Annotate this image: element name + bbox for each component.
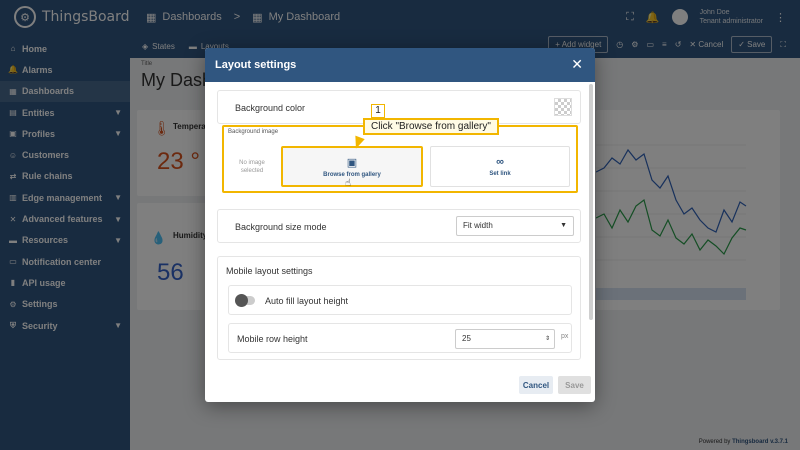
mobile-row-height-input[interactable]: 25 ⇕ <box>455 329 555 349</box>
select-value: Fit width <box>463 221 493 230</box>
input-value: 25 <box>462 334 471 343</box>
background-size-mode-row: Background size mode Fit width ▼ <box>217 209 581 243</box>
link-icon: ∞ <box>496 156 504 168</box>
mobile-layout-section: Mobile layout settings Auto fill layout … <box>217 256 581 360</box>
cancel-button[interactable]: Cancel <box>519 376 553 394</box>
background-size-mode-select[interactable]: Fit width ▼ <box>456 216 574 236</box>
dialog-header: Layout settings ✕ <box>205 48 595 82</box>
background-image-field: Background image No image selected ▣ Bro… <box>222 125 578 193</box>
close-icon[interactable]: ✕ <box>571 56 583 73</box>
background-size-mode-label: Background size mode <box>235 222 327 232</box>
set-link-label: Set link <box>489 171 511 177</box>
layout-settings-dialog: Layout settings ✕ Background color Backg… <box>205 48 595 402</box>
step-number-badge: 1 <box>371 104 385 118</box>
dialog-title: Layout settings <box>215 59 297 71</box>
save-button[interactable]: Save <box>558 376 591 394</box>
auto-fill-toggle[interactable] <box>235 294 255 307</box>
auto-fill-row: Auto fill layout height <box>228 285 572 315</box>
dropdown-arrow-icon: ▼ <box>560 222 567 229</box>
stepper-icon[interactable]: ⇕ <box>545 330 550 348</box>
no-image-placeholder: No image selected <box>239 160 265 174</box>
background-color-label: Background color <box>235 103 306 113</box>
dialog-footer: Cancel Save <box>205 372 595 402</box>
set-link-button[interactable]: ∞ Set link <box>430 146 570 187</box>
hand-cursor-icon: ☝ <box>345 178 352 189</box>
unit-label: px <box>561 333 569 340</box>
dialog-scrollbar[interactable] <box>589 84 593 320</box>
mobile-section-title: Mobile layout settings <box>226 266 313 276</box>
image-gallery-icon: ▣ <box>346 156 358 169</box>
background-image-label: Background image <box>228 129 279 135</box>
mobile-row-height-label: Mobile row height <box>237 334 308 344</box>
tutorial-callout: Click "Browse from gallery" <box>363 118 499 135</box>
browse-from-gallery-button[interactable]: ▣ Browse from gallery <box>281 146 423 187</box>
auto-fill-label: Auto fill layout height <box>265 296 349 306</box>
mobile-row-height-row: Mobile row height 25 ⇕ px <box>228 323 572 353</box>
background-color-swatch[interactable] <box>554 98 572 116</box>
browse-label: Browse from gallery <box>323 171 381 178</box>
